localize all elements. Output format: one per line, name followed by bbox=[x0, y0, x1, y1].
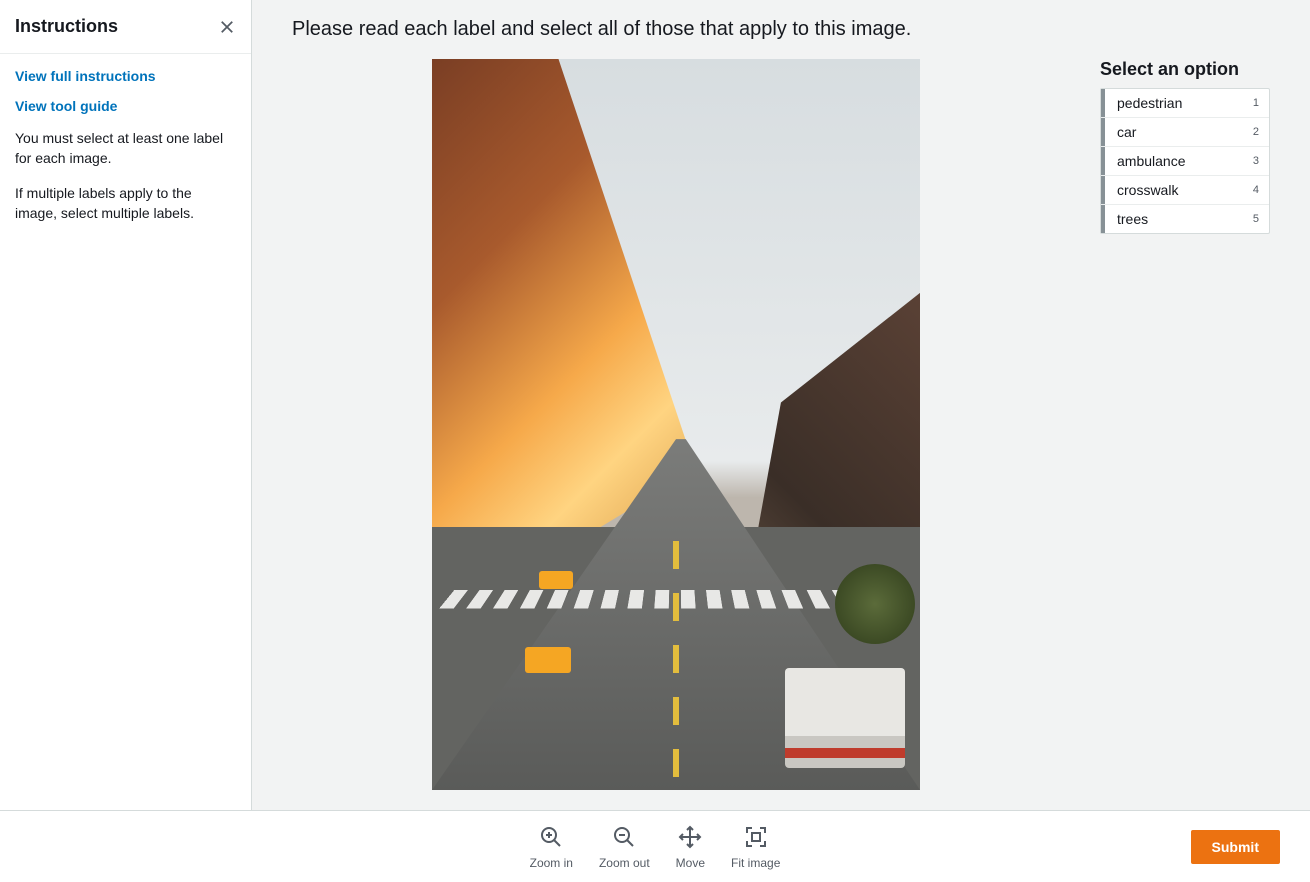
task-image bbox=[432, 59, 920, 790]
instructions-sidebar: Instructions View full instructions View… bbox=[0, 0, 252, 810]
fit-image-button[interactable]: Fit image bbox=[731, 824, 780, 870]
view-full-instructions-link[interactable]: View full instructions bbox=[15, 68, 236, 84]
option-label: crosswalk bbox=[1111, 182, 1178, 198]
option-crosswalk[interactable]: crosswalk 4 bbox=[1101, 176, 1269, 205]
option-label: ambulance bbox=[1111, 153, 1186, 169]
sidebar-text-1: You must select at least one label for e… bbox=[15, 128, 236, 169]
option-trees[interactable]: trees 5 bbox=[1101, 205, 1269, 233]
option-shortcut: 2 bbox=[1253, 126, 1259, 138]
option-shortcut: 4 bbox=[1253, 184, 1259, 196]
options-title: Select an option bbox=[1100, 59, 1270, 80]
tool-label: Zoom in bbox=[530, 856, 573, 870]
option-car[interactable]: car 2 bbox=[1101, 118, 1269, 147]
zoom-out-icon bbox=[611, 824, 637, 850]
option-ambulance[interactable]: ambulance 3 bbox=[1101, 147, 1269, 176]
sidebar-text-2: If multiple labels apply to the image, s… bbox=[15, 183, 236, 224]
zoom-in-icon bbox=[538, 824, 564, 850]
option-label: trees bbox=[1111, 211, 1148, 227]
bottom-toolbar: Zoom in Zoom out Move Fit image bbox=[0, 810, 1310, 882]
option-shortcut: 5 bbox=[1253, 213, 1259, 225]
image-viewport[interactable] bbox=[292, 59, 1060, 790]
option-label: pedestrian bbox=[1111, 95, 1182, 111]
option-label: car bbox=[1111, 124, 1136, 140]
tool-label: Zoom out bbox=[599, 856, 650, 870]
option-shortcut: 1 bbox=[1253, 97, 1259, 109]
submit-button[interactable]: Submit bbox=[1191, 830, 1280, 864]
options-panel: Select an option pedestrian 1 car 2 ambu… bbox=[1100, 59, 1270, 790]
zoom-out-button[interactable]: Zoom out bbox=[599, 824, 650, 870]
sidebar-header: Instructions bbox=[0, 0, 251, 54]
move-icon bbox=[677, 824, 703, 850]
tool-label: Fit image bbox=[731, 856, 780, 870]
option-pedestrian[interactable]: pedestrian 1 bbox=[1101, 89, 1269, 118]
close-icon[interactable] bbox=[218, 18, 236, 36]
view-tool-guide-link[interactable]: View tool guide bbox=[15, 98, 236, 114]
main-panel: Please read each label and select all of… bbox=[252, 0, 1310, 810]
tool-label: Move bbox=[676, 856, 705, 870]
option-shortcut: 3 bbox=[1253, 155, 1259, 167]
fit-image-icon bbox=[743, 824, 769, 850]
options-list: pedestrian 1 car 2 ambulance 3 crosswa bbox=[1100, 88, 1270, 234]
task-prompt: Please read each label and select all of… bbox=[252, 0, 1310, 59]
zoom-in-button[interactable]: Zoom in bbox=[530, 824, 573, 870]
sidebar-title: Instructions bbox=[15, 16, 118, 37]
move-button[interactable]: Move bbox=[676, 824, 705, 870]
